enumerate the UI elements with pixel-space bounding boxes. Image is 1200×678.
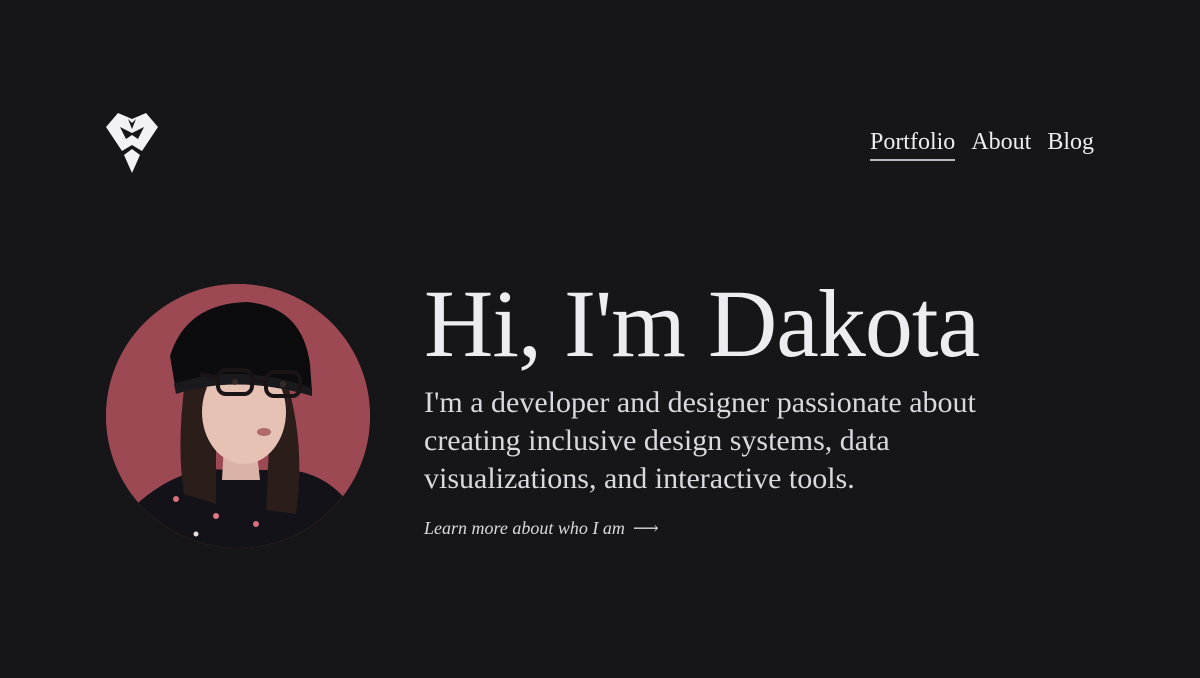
main-nav: Portfolio About Blog: [869, 126, 1094, 161]
avatar: [106, 284, 370, 548]
portrait-photo: [106, 284, 370, 548]
learn-more-label: Learn more about who I am: [424, 518, 625, 538]
page: Portfolio About Blog Hi, I'm Dakota I'm …: [0, 0, 1200, 678]
learn-more-link[interactable]: Learn more about who I am ⟶: [424, 518, 659, 539]
hero-intro: I'm a developer and designer passionate …: [424, 386, 976, 495]
nav-link-blog[interactable]: Blog: [1047, 126, 1094, 161]
nav-link-portfolio[interactable]: Portfolio: [869, 126, 956, 161]
long-arrow-right-icon: ⟶: [632, 518, 659, 538]
hero-section: Hi, I'm Dakota I'm a developer and desig…: [424, 272, 1104, 539]
logo-home-link[interactable]: [104, 111, 160, 175]
nav-link-about[interactable]: About: [971, 126, 1031, 161]
hero-title: Hi, I'm Dakota: [424, 270, 980, 377]
diamond-monogram-logo-icon: [106, 113, 158, 173]
